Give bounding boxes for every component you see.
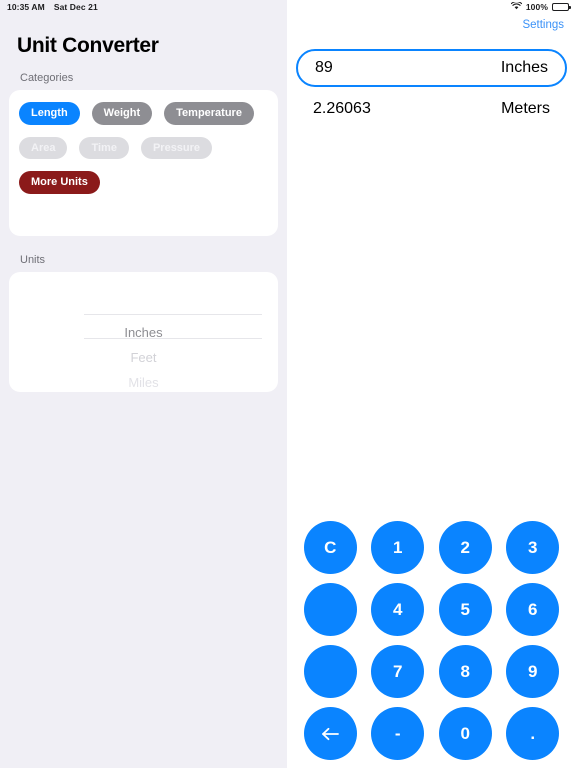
page-title: Unit Converter <box>17 34 159 57</box>
category-chip-row-3: More Units <box>19 171 268 194</box>
categories-section-label: Categories <box>20 72 74 84</box>
key-8[interactable]: 8 <box>438 645 492 698</box>
battery-icon <box>552 3 571 11</box>
category-chip-length[interactable]: Length <box>19 102 80 125</box>
category-chip-row-1: Length Weight Temperature <box>19 102 268 125</box>
key-7[interactable]: 7 <box>371 645 425 698</box>
category-chip-temperature[interactable]: Temperature <box>164 102 254 125</box>
status-bar-left: 10:35 AM Sat Dec 21 <box>7 2 98 12</box>
categories-card: Length Weight Temperature Area Time Pres… <box>9 90 278 236</box>
input-unit-label: Inches <box>500 59 548 76</box>
result-unit-label: Meters <box>501 100 550 117</box>
numeric-keypad: C 1 2 3 4 5 6 7 8 9 - 0 . <box>287 521 576 760</box>
battery-percent-label: 100% <box>525 2 548 12</box>
key-6[interactable]: 6 <box>506 583 560 636</box>
key-2[interactable]: 2 <box>438 521 492 574</box>
status-bar: 10:35 AM Sat Dec 21 100% <box>0 0 576 14</box>
left-sidebar-pane: Unit Converter Categories Length Weight … <box>0 0 287 768</box>
picker-option-miles[interactable]: Miles <box>9 370 278 392</box>
key-blank-2[interactable] <box>303 645 357 698</box>
category-chip-time[interactable]: Time <box>79 136 129 160</box>
picker-option-inches[interactable]: Inches <box>9 320 278 345</box>
conversion-result-row: 2.26063 Meters <box>296 96 567 122</box>
category-chip-pressure[interactable]: Pressure <box>140 136 213 160</box>
key-0[interactable]: 0 <box>438 707 492 760</box>
category-chip-area[interactable]: Area <box>19 136 68 160</box>
backspace-arrow-icon[interactable] <box>303 707 357 760</box>
result-value: 2.26063 <box>313 100 371 117</box>
category-chip-weight[interactable]: Weight <box>91 102 153 125</box>
key-3[interactable]: 3 <box>506 521 560 574</box>
units-card: Inches Feet Miles Meters <box>9 272 278 392</box>
unit-picker[interactable]: Inches Feet Miles Meters <box>9 320 278 392</box>
key-minus[interactable]: - <box>371 707 425 760</box>
units-section-label: Units <box>20 254 46 266</box>
conversion-input-field[interactable]: 89 Inches <box>296 49 567 87</box>
status-date: Sat Dec 21 <box>53 2 98 12</box>
key-4[interactable]: 4 <box>371 583 425 636</box>
settings-link[interactable]: Settings <box>287 14 576 31</box>
key-blank-1[interactable] <box>303 583 357 636</box>
status-bar-right: 100% <box>510 1 571 12</box>
input-value[interactable]: 89 <box>315 59 333 77</box>
app-screen: 10:35 AM Sat Dec 21 100% Unit Converter … <box>0 0 576 768</box>
key-clear[interactable]: C <box>303 521 357 574</box>
picker-option-feet[interactable]: Feet <box>9 345 278 370</box>
key-5[interactable]: 5 <box>438 583 492 636</box>
wifi-icon <box>510 1 523 12</box>
category-chip-row-2: Area Time Pressure <box>19 136 268 160</box>
more-units-button[interactable]: More Units <box>19 171 100 194</box>
status-time: 10:35 AM <box>7 2 45 12</box>
key-9[interactable]: 9 <box>506 645 560 698</box>
right-converter-pane: Settings 89 Inches 2.26063 Meters C 1 2 … <box>287 0 576 768</box>
key-decimal[interactable]: . <box>506 707 560 760</box>
key-1[interactable]: 1 <box>371 521 425 574</box>
